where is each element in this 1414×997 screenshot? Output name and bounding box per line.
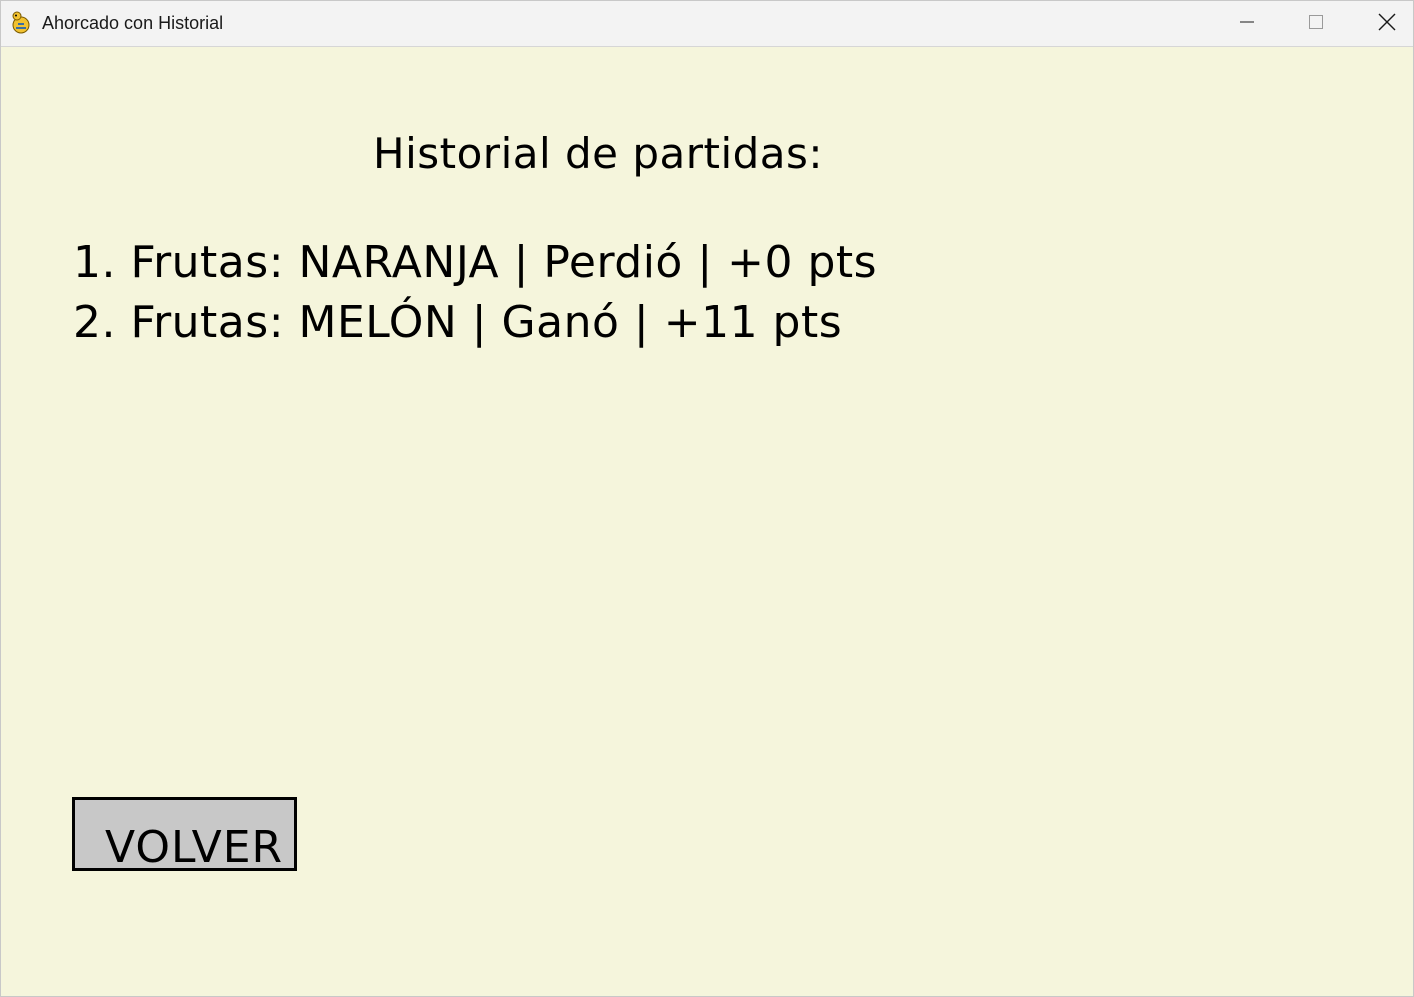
title-bar[interactable]: Ahorcado con Historial [1, 1, 1413, 47]
back-button[interactable]: VOLVER [72, 797, 297, 873]
history-heading: Historial de partidas: [373, 129, 824, 178]
history-entry: 1. Frutas: NARANJA | Perdió | +0 pts [73, 237, 878, 288]
history-entry: 2. Frutas: MELÓN | Ganó | +11 pts [73, 297, 843, 348]
app-window: Ahorcado con Historial Historial de part… [0, 0, 1414, 997]
minimize-button[interactable] [1213, 1, 1281, 46]
pygame-snake-icon [10, 11, 32, 35]
maximize-icon [1308, 14, 1324, 34]
game-screen: Historial de partidas: 1. Frutas: NARANJ… [1, 47, 1413, 996]
close-button[interactable] [1353, 1, 1414, 46]
close-icon [1378, 13, 1396, 35]
minimize-icon [1239, 14, 1255, 34]
back-button-label: VOLVER [105, 822, 284, 873]
window-title: Ahorcado con Historial [42, 13, 224, 33]
history-list: 1. Frutas: NARANJA | Perdió | +0 pts 2. … [73, 233, 877, 353]
maximize-button[interactable] [1282, 1, 1350, 46]
